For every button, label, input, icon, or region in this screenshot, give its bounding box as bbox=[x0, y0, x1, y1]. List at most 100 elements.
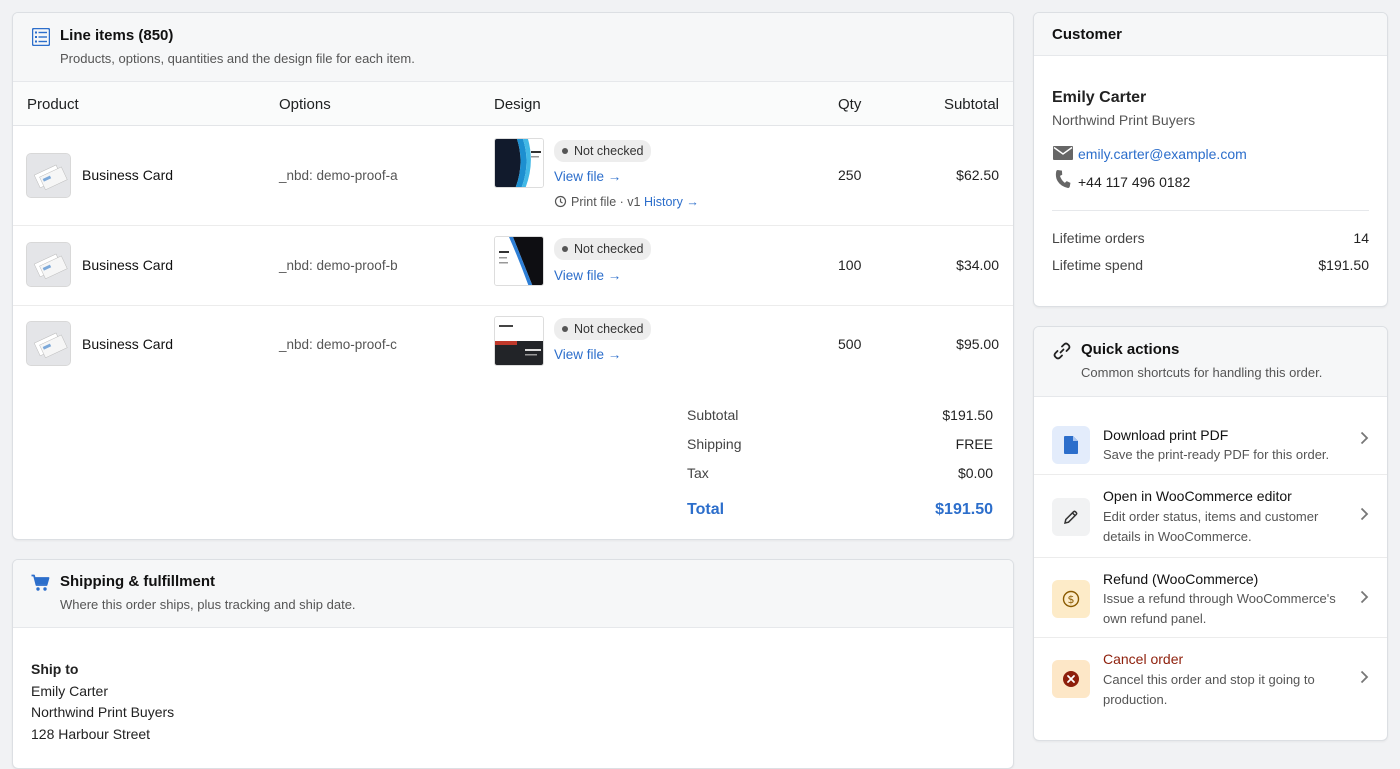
print-file-meta: Print file · v1 History → bbox=[554, 195, 699, 209]
line-items-card: Line items (850) Products, options, quan… bbox=[12, 12, 1014, 540]
action-title: Download print PDF bbox=[1103, 427, 1229, 443]
totals-total-label: Total bbox=[687, 501, 725, 518]
chevron-right-icon bbox=[1360, 431, 1369, 450]
ship-to-street: 128 Harbour Street bbox=[31, 726, 151, 742]
product-name: Business Card bbox=[82, 257, 174, 273]
totals-shipping-label: Shipping bbox=[687, 436, 742, 452]
shipping-header: Shipping & fulfillment Where this order … bbox=[13, 560, 1013, 628]
qty-value: 500 bbox=[838, 336, 862, 352]
totals-subtotal-value: $191.50 bbox=[942, 407, 993, 423]
action-title: Refund (WooCommerce) bbox=[1103, 571, 1259, 587]
totals-tax-label: Tax bbox=[687, 465, 709, 481]
subtotal-value: $95.00 bbox=[956, 336, 999, 352]
table-row: Business Card _nbd: demo-proof-a Not che… bbox=[13, 126, 1013, 226]
link-icon bbox=[1053, 342, 1071, 360]
phone-icon bbox=[1055, 170, 1071, 188]
chevron-right-icon bbox=[1360, 670, 1369, 689]
product-option: _nbd: demo-proof-c bbox=[279, 337, 397, 352]
totals-subtotal-label: Subtotal bbox=[687, 407, 739, 423]
proof-status-text: Not checked bbox=[574, 144, 644, 158]
proof-status-badge: Not checked bbox=[554, 140, 652, 162]
divider bbox=[1052, 210, 1369, 211]
dollar-icon: $ bbox=[1052, 580, 1090, 618]
proof-status-badge: Not checked bbox=[554, 318, 652, 340]
action-cancel-order[interactable]: Cancel order Cancel this order and stop … bbox=[1034, 638, 1387, 718]
print-file-version: Print file · v1 bbox=[571, 195, 641, 209]
product-name: Business Card bbox=[82, 336, 174, 352]
product-option: _nbd: demo-proof-a bbox=[279, 168, 398, 183]
pencil-icon bbox=[1052, 498, 1090, 536]
design-preview[interactable] bbox=[494, 138, 544, 188]
view-file-link[interactable]: View file → bbox=[554, 169, 621, 184]
action-open-woocommerce-editor[interactable]: Open in WooCommerce editor Edit order st… bbox=[1034, 475, 1387, 558]
totals-shipping-value: FREE bbox=[955, 436, 993, 452]
column-header-product[interactable]: Product bbox=[27, 96, 79, 113]
customer-phone: +44 117 496 0182 bbox=[1078, 174, 1191, 190]
customer-title: Customer bbox=[1052, 26, 1123, 43]
lifetime-spend-label: Lifetime spend bbox=[1052, 257, 1144, 273]
qty-value: 100 bbox=[838, 257, 862, 273]
action-title: Open in WooCommerce editor bbox=[1103, 488, 1292, 504]
table-row: Business Card _nbd: demo-proof-b Not che… bbox=[13, 226, 1013, 306]
action-title: Cancel order bbox=[1103, 651, 1184, 667]
proof-status-text: Not checked bbox=[574, 242, 644, 256]
lifetime-spend-value: $191.50 bbox=[1318, 257, 1369, 273]
totals-total-value: $191.50 bbox=[935, 501, 993, 518]
shipping-title: Shipping & fulfillment bbox=[60, 573, 215, 590]
column-header-subtotal[interactable]: Subtotal bbox=[944, 96, 999, 113]
quick-actions-card: Quick actions Common shortcuts for handl… bbox=[1033, 326, 1388, 741]
cancel-icon bbox=[1052, 660, 1090, 698]
view-file-link[interactable]: View file → bbox=[554, 347, 621, 362]
ship-to-name: Emily Carter bbox=[31, 683, 109, 699]
action-download-print-pdf[interactable]: Download print PDF Save the print-ready … bbox=[1034, 407, 1387, 475]
table-row: Business Card _nbd: demo-proof-c Not che… bbox=[13, 306, 1013, 386]
customer-email-link[interactable]: emily.carter@example.com bbox=[1078, 146, 1247, 162]
design-preview[interactable] bbox=[494, 316, 544, 366]
customer-header: Customer bbox=[1034, 13, 1387, 56]
action-description: Save the print-ready PDF for this order. bbox=[1103, 447, 1330, 462]
qty-value: 250 bbox=[838, 167, 862, 183]
line-items-title: Line items (850) bbox=[60, 27, 174, 44]
proof-status-text: Not checked bbox=[574, 322, 644, 336]
ship-to-company: Northwind Print Buyers bbox=[31, 704, 175, 720]
view-file-link[interactable]: View file → bbox=[554, 268, 621, 283]
line-items-header: Line items (850) Products, options, quan… bbox=[13, 13, 1013, 82]
ship-to-label: Ship to bbox=[31, 661, 79, 677]
quick-actions-header: Quick actions Common shortcuts for handl… bbox=[1034, 327, 1387, 397]
cart-icon bbox=[31, 574, 50, 591]
list-icon bbox=[32, 28, 50, 46]
column-header-options[interactable]: Options bbox=[279, 96, 331, 113]
quick-actions-title: Quick actions bbox=[1081, 341, 1180, 358]
lifetime-orders-label: Lifetime orders bbox=[1052, 230, 1145, 246]
customer-name: Emily Carter bbox=[1052, 89, 1147, 106]
design-preview[interactable] bbox=[494, 236, 544, 286]
product-thumbnail bbox=[26, 242, 71, 287]
subtotal-value: $62.50 bbox=[956, 167, 999, 183]
product-option: _nbd: demo-proof-b bbox=[279, 258, 398, 273]
line-items-subtitle: Products, options, quantities and the de… bbox=[60, 51, 415, 66]
document-icon bbox=[1052, 426, 1090, 464]
chevron-right-icon bbox=[1360, 507, 1369, 526]
email-icon bbox=[1053, 146, 1073, 160]
customer-company: Northwind Print Buyers bbox=[1052, 112, 1196, 128]
totals-tax-value: $0.00 bbox=[957, 465, 993, 481]
chevron-right-icon bbox=[1360, 590, 1369, 609]
history-link[interactable]: History → bbox=[644, 195, 699, 209]
action-description: Edit order status, items and customer de… bbox=[1103, 509, 1319, 544]
column-header-design[interactable]: Design bbox=[494, 96, 541, 113]
customer-card: Customer Emily Carter Northwind Print Bu… bbox=[1033, 12, 1388, 307]
proof-status-badge: Not checked bbox=[554, 238, 652, 260]
product-thumbnail bbox=[26, 153, 71, 198]
product-name: Business Card bbox=[82, 167, 174, 183]
action-description: Cancel this order and stop it going to p… bbox=[1103, 672, 1315, 707]
shipping-card: Shipping & fulfillment Where this order … bbox=[12, 559, 1014, 769]
lifetime-orders-value: 14 bbox=[1353, 230, 1369, 246]
subtotal-value: $34.00 bbox=[956, 257, 999, 273]
action-description: Issue a refund through WooCommerce's own… bbox=[1103, 591, 1336, 626]
column-header-qty[interactable]: Qty bbox=[838, 96, 861, 113]
shipping-subtitle: Where this order ships, plus tracking an… bbox=[60, 597, 356, 612]
quick-actions-subtitle: Common shortcuts for handling this order… bbox=[1081, 365, 1323, 380]
action-refund-woocommerce[interactable]: $ Refund (WooCommerce) Issue a refund th… bbox=[1034, 558, 1387, 638]
svg-text:$: $ bbox=[1068, 593, 1075, 606]
product-thumbnail bbox=[26, 321, 71, 366]
